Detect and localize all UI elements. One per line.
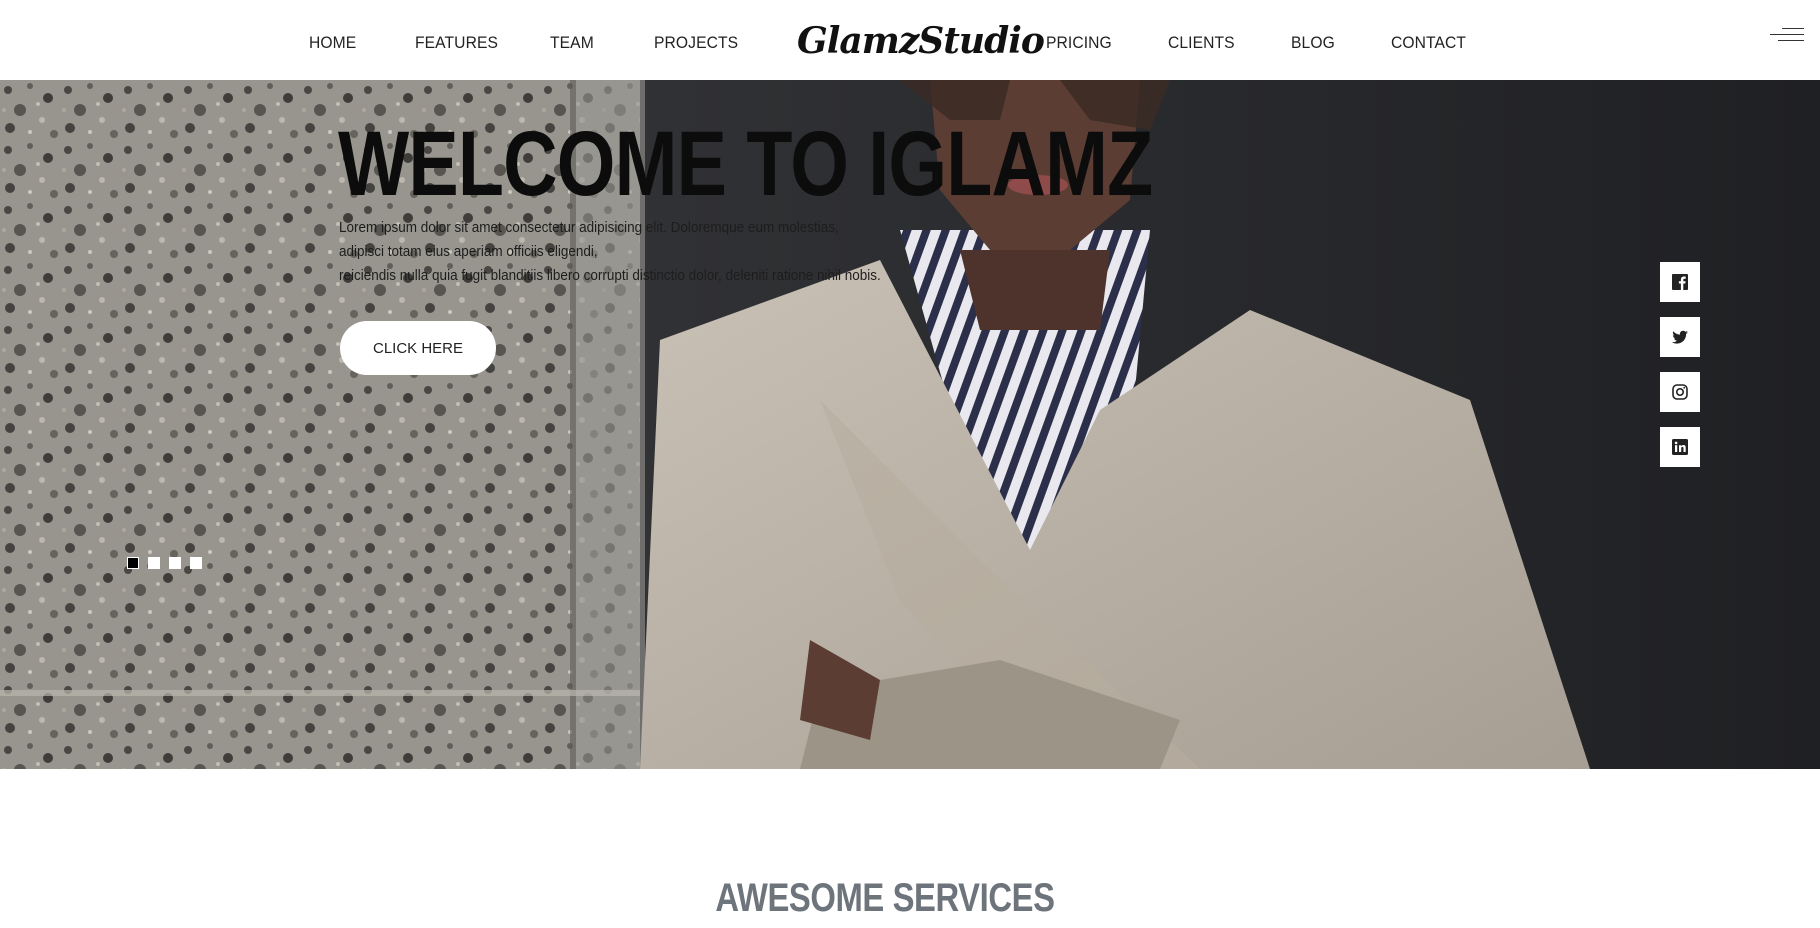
- nav-link-team[interactable]: TEAM: [550, 33, 594, 53]
- nav-link-clients[interactable]: CLIENTS: [1168, 33, 1235, 53]
- slider-dot-1[interactable]: [127, 557, 139, 569]
- nav-link-home[interactable]: HOME: [309, 33, 356, 53]
- nav-link-features[interactable]: FEATURES: [415, 33, 498, 53]
- nav-link-contact[interactable]: CONTACT: [1391, 33, 1466, 53]
- hamburger-menu-icon[interactable]: [1770, 28, 1804, 46]
- linkedin-button[interactable]: [1660, 427, 1700, 467]
- hero-description: Lorem ipsum dolor sit amet consectetur a…: [339, 216, 915, 288]
- hero-description-line: adipisci totam eius aperiam officiis eli…: [339, 243, 598, 260]
- twitter-icon: [1672, 330, 1688, 344]
- instagram-button[interactable]: [1660, 372, 1700, 412]
- instagram-icon: [1672, 384, 1688, 400]
- site-logo[interactable]: GlamzStudio: [797, 20, 1045, 62]
- twitter-button[interactable]: [1660, 317, 1700, 357]
- facebook-button[interactable]: [1660, 262, 1700, 302]
- slider-dot-3[interactable]: [169, 557, 181, 569]
- slider-dot-4[interactable]: [190, 557, 202, 569]
- linkedin-icon: [1672, 439, 1688, 455]
- nav-link-pricing[interactable]: PRICING: [1046, 33, 1112, 53]
- hero-section: WELCOME TO IGLAMZ Lorem ipsum dolor sit …: [0, 80, 1820, 769]
- hero-title: WELCOME TO IGLAMZ: [338, 113, 1153, 215]
- facebook-icon: [1672, 274, 1688, 290]
- hero-description-line: Lorem ipsum dolor sit amet consectetur a…: [339, 219, 839, 236]
- site-header: HOME FEATURES TEAM PROJECTS GlamzStudio …: [0, 0, 1820, 80]
- hero-description-line: reiciendis nulla quia fugit blanditiis l…: [339, 267, 881, 284]
- nav-link-projects[interactable]: PROJECTS: [654, 33, 738, 53]
- click-here-button[interactable]: CLICK HERE: [340, 321, 496, 375]
- slider-dot-2[interactable]: [148, 557, 160, 569]
- services-title: AWESOME SERVICES: [715, 876, 1055, 920]
- nav-link-blog[interactable]: BLOG: [1291, 33, 1335, 53]
